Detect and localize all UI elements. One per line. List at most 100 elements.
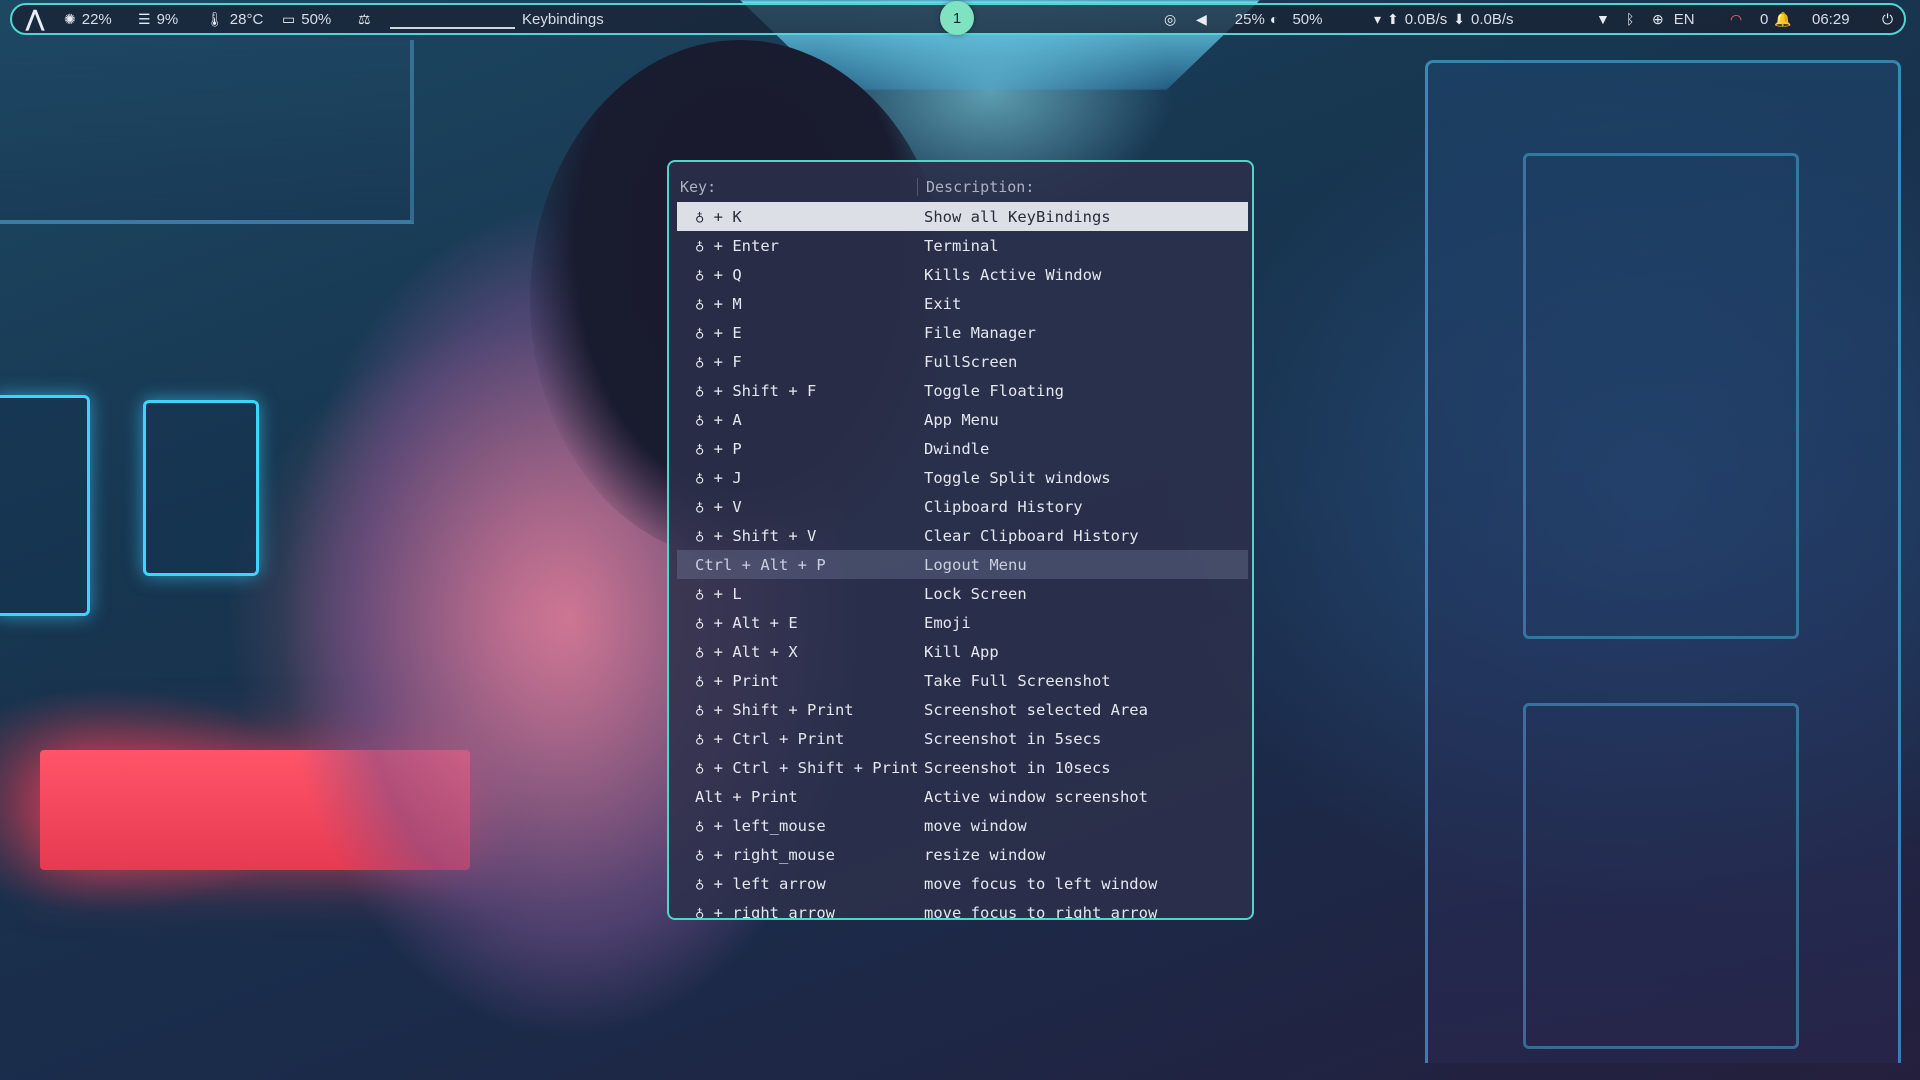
power-icon: ⏻ <box>1882 10 1894 27</box>
keybinding-description: FullScreen <box>924 352 1018 371</box>
keybinding-key: ♁ + right arrow <box>695 903 835 920</box>
keybinding-key: ♁ + F <box>695 352 742 371</box>
cpu-widget[interactable]: ✺ 22% <box>64 5 112 33</box>
keybinding-description: Logout Menu <box>924 555 1027 574</box>
temperature-widget[interactable]: 🌡 28°C <box>206 5 263 33</box>
table-row[interactable]: ♁ + right arrow move focus to right arrow <box>677 898 1248 920</box>
table-row[interactable]: ♁ + Enter Terminal <box>677 231 1248 260</box>
keybinding-description: move window <box>924 816 1027 835</box>
keybinding-list[interactable]: ♁ + K Show all KeyBindings ♁ + Enter Termin… <box>677 202 1248 920</box>
workspace-1-button[interactable]: 1 <box>940 1 974 35</box>
table-row[interactable]: ♁ + A App Menu <box>677 405 1248 434</box>
wifi-small-icon: ▾ <box>1374 10 1382 27</box>
table-row[interactable]: ♁ + E File Manager <box>677 318 1248 347</box>
keybinding-key: ♁ + Enter <box>695 236 779 255</box>
keybinding-key: ♁ + Ctrl + Shift + Print <box>695 758 917 777</box>
net-up-value: 0.0B/s <box>1404 10 1448 28</box>
window-title-text: Keybindings <box>522 10 604 28</box>
table-row[interactable]: ♁ + Print Take Full Screenshot <box>677 666 1248 695</box>
keybinding-key: ♁ + A <box>695 410 742 429</box>
keybinding-key: ♁ + J <box>695 468 742 487</box>
neon-light <box>40 750 470 870</box>
table-row[interactable]: ♁ + V Clipboard History <box>677 492 1248 521</box>
door <box>1425 60 1901 1063</box>
power-profile-widget[interactable]: ⚖ <box>358 5 371 33</box>
eye-off-icon: ◎ <box>1164 10 1177 27</box>
table-row[interactable]: ♁ + Shift + F Toggle Floating <box>677 376 1248 405</box>
keybinding-description: Take Full Screenshot <box>924 671 1111 690</box>
table-row[interactable]: ♁ + Shift + Print Screenshot selected Are… <box>677 695 1248 724</box>
keybinding-key: ♁ + left arrow <box>695 874 826 893</box>
table-row[interactable]: Ctrl + Alt + P Logout Menu <box>677 550 1248 579</box>
table-row[interactable]: ♁ + F FullScreen <box>677 347 1248 376</box>
keybinding-description: move focus to right arrow <box>924 903 1158 920</box>
table-row[interactable]: ♁ + P Dwindle <box>677 434 1248 463</box>
language-widget[interactable]: ⊕ EN <box>1652 5 1695 33</box>
scale-icon: ⚖ <box>358 10 371 27</box>
brightness-widget[interactable]: ◐ 50% <box>1270 5 1323 33</box>
brightness-value: 50% <box>1292 10 1323 28</box>
keybinding-description: move focus to left window <box>924 874 1158 893</box>
keybinding-description: Exit <box>924 294 962 313</box>
keybinding-description: Clear Clipboard History <box>924 526 1139 545</box>
wall-panel <box>0 395 90 616</box>
keybinding-key: ♁ + Ctrl + Print <box>695 729 845 748</box>
keybinding-key: ♁ + left_mouse <box>695 816 826 835</box>
brightness-icon: ◐ <box>1270 11 1279 27</box>
memory-icon: ☰ <box>138 10 151 27</box>
table-row[interactable]: ♁ + Alt + E Emoji <box>677 608 1248 637</box>
memory-widget[interactable]: ☰ 9% <box>138 5 178 33</box>
table-row[interactable]: ♁ + M Exit <box>677 289 1248 318</box>
table-row[interactable]: ♁ + Q Kills Active Window <box>677 260 1248 289</box>
thermometer-icon: 🌡 <box>206 10 224 27</box>
memory-value: 9% <box>156 10 179 28</box>
notifications-widget[interactable]: 0 🔔 <box>1760 5 1792 33</box>
volume-widget[interactable]: ◀ 25% <box>1196 5 1265 33</box>
battery-widget[interactable]: ▭ 50% <box>282 5 331 33</box>
keybinding-key: ♁ + K <box>695 207 742 226</box>
keybinding-key: ♁ + Alt + X <box>695 642 798 661</box>
cpu-value: 22% <box>81 10 112 28</box>
keybinding-key: ♁ + Shift + Print <box>695 700 854 719</box>
keybinding-key: ♁ + L <box>695 584 742 603</box>
clock-widget[interactable]: 06:29 <box>1812 5 1850 33</box>
power-button[interactable]: ⏻ <box>1882 5 1893 33</box>
header-description: Description: <box>926 178 1035 196</box>
battery-value: 50% <box>301 10 332 28</box>
clock-value: 06:29 <box>1812 10 1850 28</box>
bluetooth-tray[interactable]: ᛒ <box>1626 5 1634 33</box>
network-status[interactable]: ◠ <box>1730 5 1742 33</box>
table-row[interactable]: ♁ + Ctrl + Shift + Print Screenshot in 10… <box>677 753 1248 782</box>
arch-logo-icon: ⋀ <box>26 6 45 31</box>
launcher-button[interactable]: ⋀ <box>26 5 44 33</box>
wifi-icon: ▼ <box>1596 11 1610 27</box>
download-icon: ⬇ <box>1453 10 1466 27</box>
signal-icon: ◠ <box>1730 10 1743 27</box>
workspace-number: 1 <box>952 9 962 27</box>
idle-inhibitor[interactable]: ◎ <box>1164 5 1176 33</box>
keybinding-description: Active window screenshot <box>924 787 1148 806</box>
wall-device <box>143 400 259 576</box>
language-value: EN <box>1673 10 1695 28</box>
table-row[interactable]: ♁ + L Lock Screen <box>677 579 1248 608</box>
table-row[interactable]: Alt + Print Active window screenshot <box>677 782 1248 811</box>
table-row[interactable]: ♁ + Ctrl + Print Screenshot in 5secs <box>677 724 1248 753</box>
table-row[interactable]: ♁ + left_mouse move window <box>677 811 1248 840</box>
network-speed-widget[interactable]: ▾ ⬆ 0.0B/s ⬇ 0.0B/s <box>1374 5 1514 33</box>
keybinding-key: ♁ + Q <box>695 265 742 284</box>
bluetooth-icon: ᛒ <box>1626 11 1635 27</box>
keybinding-key: ♁ + Alt + E <box>695 613 798 632</box>
header-key: Key: <box>677 178 918 196</box>
volume-value: 25% <box>1234 10 1265 28</box>
wifi-tray[interactable]: ▼ <box>1596 5 1610 33</box>
window-title: Keybindings <box>522 5 604 33</box>
table-row[interactable]: ♁ + left arrow move focus to left window <box>677 869 1248 898</box>
keybinding-description: Screenshot in 5secs <box>924 729 1102 748</box>
keybinding-description: Toggle Split windows <box>924 468 1111 487</box>
table-row[interactable]: ♁ + Shift + V Clear Clipboard History <box>677 521 1248 550</box>
table-row[interactable]: ♁ + K Show all KeyBindings <box>677 202 1248 231</box>
table-row[interactable]: ♁ + right_mouse resize window <box>677 840 1248 869</box>
table-row[interactable]: ♁ + J Toggle Split windows <box>677 463 1248 492</box>
cpu-icon: ✺ <box>64 10 76 27</box>
table-row[interactable]: ♁ + Alt + X Kill App <box>677 637 1248 666</box>
